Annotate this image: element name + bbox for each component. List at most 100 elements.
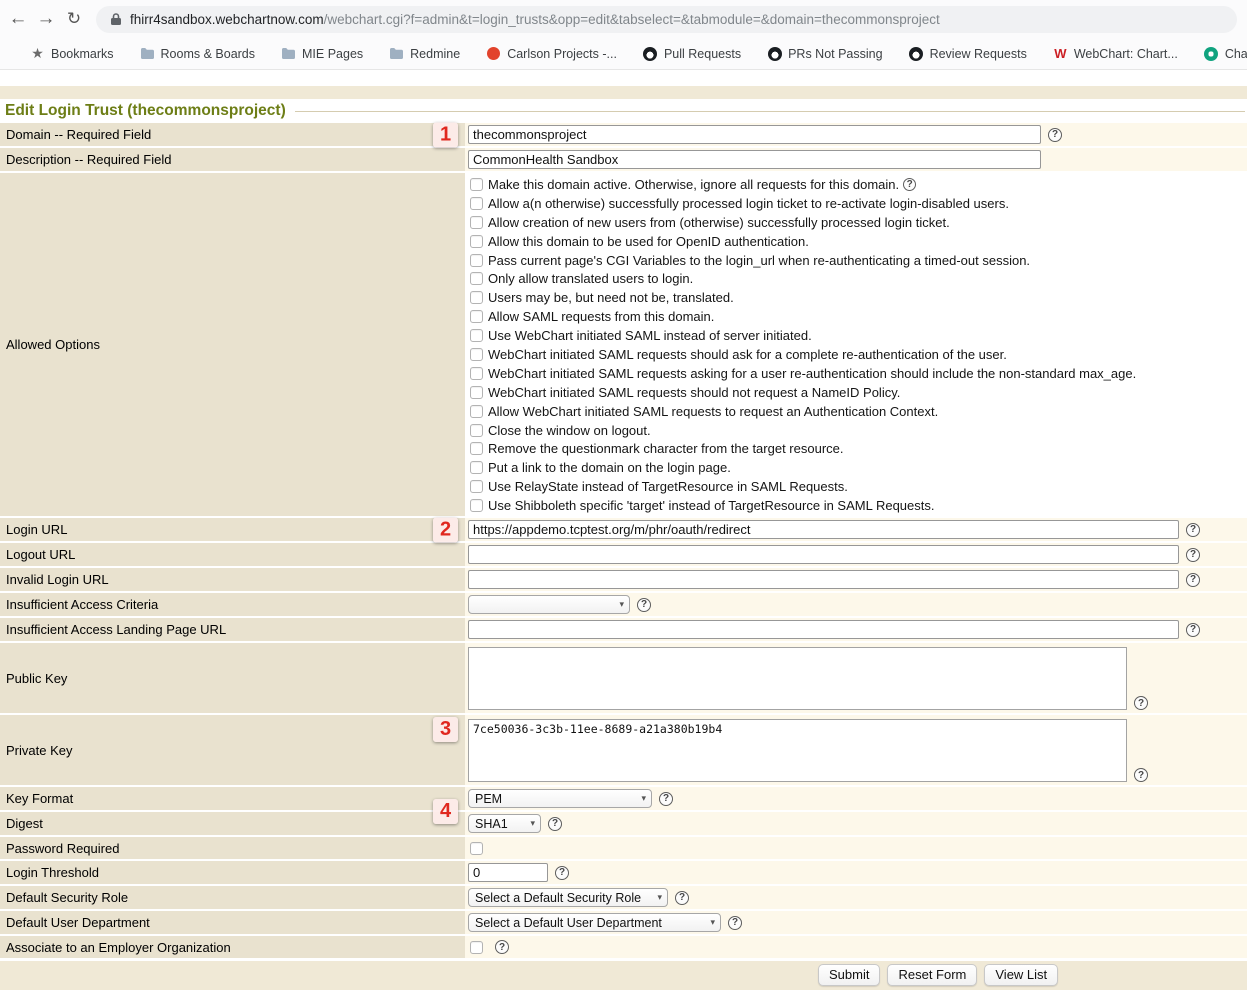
lock-icon: [110, 12, 122, 26]
login-url-input[interactable]: [468, 520, 1179, 539]
field-label: Public Key: [0, 643, 465, 713]
address-bar[interactable]: fhirr4sandbox.webchartnow.com/webchart.c…: [96, 6, 1237, 33]
back-icon[interactable]: ←: [4, 0, 32, 38]
url-text: fhirr4sandbox.webchartnow.com/webchart.c…: [130, 12, 940, 27]
annotation-2: 2: [433, 517, 458, 542]
submit-button[interactable]: Submit: [818, 964, 880, 986]
help-icon[interactable]: [1186, 548, 1200, 562]
bookmark-item-prs-not-passing[interactable]: PRs Not Passing: [767, 46, 882, 61]
option-row: Use WebChart initiated SAML instead of s…: [468, 326, 1247, 345]
form-row-employer-organization: Associate to an Employer Organization: [0, 936, 1247, 958]
option-row: WebChart initiated SAML requests asking …: [468, 364, 1247, 383]
option-row: Close the window on logout.: [468, 421, 1247, 440]
invalid-login-url-input[interactable]: [468, 570, 1179, 589]
checkbox[interactable]: [470, 254, 483, 267]
bookmark-item-carlson-projects[interactable]: Carlson Projects -...: [486, 46, 617, 61]
checkbox[interactable]: [470, 178, 483, 191]
checkbox[interactable]: [470, 499, 483, 512]
domain-input[interactable]: [468, 125, 1041, 144]
bookmarks-bar: ★ Bookmarks Rooms & Boards MIE Pages Red…: [0, 38, 1247, 70]
form-row-password-required: Password Required: [0, 837, 1247, 859]
bookmark-item-review-requests[interactable]: Review Requests: [909, 46, 1027, 61]
checkbox[interactable]: [470, 424, 483, 437]
checkbox[interactable]: [470, 310, 483, 323]
help-icon[interactable]: [637, 598, 651, 612]
help-icon[interactable]: [1134, 768, 1148, 782]
help-icon[interactable]: [903, 178, 916, 191]
description-input[interactable]: [468, 150, 1041, 169]
help-icon[interactable]: [1186, 523, 1200, 537]
help-icon[interactable]: [675, 891, 689, 905]
field-label: Associate to an Employer Organization: [0, 936, 465, 958]
option-label: WebChart initiated SAML requests should …: [488, 347, 1007, 362]
reset-form-button[interactable]: Reset Form: [887, 964, 977, 986]
option-row: Allow this domain to be used for OpenID …: [468, 232, 1247, 251]
help-icon[interactable]: [1186, 573, 1200, 587]
field-label: Default User Department: [0, 911, 465, 934]
help-icon[interactable]: [1186, 623, 1200, 637]
checkbox[interactable]: [470, 348, 483, 361]
help-icon[interactable]: [728, 916, 742, 930]
insufficient-access-criteria-select[interactable]: ▾: [468, 595, 630, 614]
checkbox[interactable]: [470, 461, 483, 474]
form-row-description: Description -- Required Field: [0, 148, 1247, 171]
checkbox[interactable]: [470, 386, 483, 399]
bookmark-item-mie-pages[interactable]: MIE Pages: [281, 46, 363, 61]
view-list-button[interactable]: View List: [984, 964, 1058, 986]
bookmark-item-chatgpt[interactable]: ChatGPT: [1204, 46, 1247, 61]
employer-organization-checkbox[interactable]: [470, 941, 483, 954]
checkbox[interactable]: [470, 405, 483, 418]
form-row-key-format: Key Format PEM ▾: [0, 787, 1247, 810]
checkbox[interactable]: [470, 235, 483, 248]
checkbox[interactable]: [470, 272, 483, 285]
default-security-role-select[interactable]: Select a Default Security Role ▾: [468, 888, 668, 907]
bookmark-item-webchart-chart[interactable]: W WebChart: Chart...: [1053, 46, 1178, 61]
button-bar: Submit Reset Form View List: [0, 961, 1247, 990]
checkbox[interactable]: [470, 197, 483, 210]
option-row: Pass current page's CGI Variables to the…: [468, 251, 1247, 270]
help-icon[interactable]: [659, 792, 673, 806]
form-row-login-threshold: Login Threshold: [0, 861, 1247, 884]
chevron-down-icon: ▾: [641, 793, 646, 804]
form-row-insufficient-access-criteria: Insufficient Access Criteria ▾: [0, 593, 1247, 616]
private-key-textarea[interactable]: 7ce50036-3c3b-11ee-8689-a21a380b19b4: [468, 719, 1127, 782]
option-label: Allow SAML requests from this domain.: [488, 309, 714, 324]
logout-url-input[interactable]: [468, 545, 1179, 564]
reload-icon[interactable]: ↻: [60, 0, 88, 38]
select-value: [475, 604, 613, 605]
bookmark-label: MIE Pages: [302, 47, 363, 61]
option-row: Users may be, but need not be, translate…: [468, 288, 1247, 307]
password-required-checkbox[interactable]: [470, 842, 483, 855]
option-label: Allow a(n otherwise) successfully proces…: [488, 196, 1009, 211]
chevron-down-icon: ▾: [619, 599, 624, 610]
checkbox[interactable]: [470, 367, 483, 380]
option-label: WebChart initiated SAML requests should …: [488, 385, 900, 400]
help-icon[interactable]: [1048, 128, 1062, 142]
checkbox[interactable]: [470, 480, 483, 493]
bookmark-item-pull-requests[interactable]: Pull Requests: [643, 46, 741, 61]
key-format-select[interactable]: PEM ▾: [468, 789, 652, 808]
option-row: WebChart initiated SAML requests should …: [468, 345, 1247, 364]
checkbox[interactable]: [470, 442, 483, 455]
folder-icon: [281, 46, 296, 61]
field-label: Login Threshold: [0, 861, 465, 884]
digest-select[interactable]: SHA1 ▾: [468, 814, 541, 833]
forward-icon[interactable]: →: [32, 0, 60, 38]
checkbox[interactable]: [470, 216, 483, 229]
help-icon[interactable]: [548, 817, 562, 831]
public-key-textarea[interactable]: [468, 647, 1127, 710]
bookmark-item-bookmarks[interactable]: ★ Bookmarks: [30, 46, 114, 61]
checkbox[interactable]: [470, 329, 483, 342]
bookmark-item-redmine[interactable]: Redmine: [389, 46, 460, 61]
option-label: Only allow translated users to login.: [488, 271, 693, 286]
option-label: Remove the questionmark character from t…: [488, 441, 844, 456]
option-label: Use WebChart initiated SAML instead of s…: [488, 328, 812, 343]
checkbox[interactable]: [470, 291, 483, 304]
login-threshold-input[interactable]: [468, 863, 548, 882]
default-user-department-select[interactable]: Select a Default User Department ▾: [468, 913, 721, 932]
insufficient-access-landing-input[interactable]: [468, 620, 1179, 639]
help-icon[interactable]: [495, 940, 509, 954]
bookmark-item-rooms-boards[interactable]: Rooms & Boards: [140, 46, 255, 61]
help-icon[interactable]: [1134, 696, 1148, 710]
help-icon[interactable]: [555, 866, 569, 880]
